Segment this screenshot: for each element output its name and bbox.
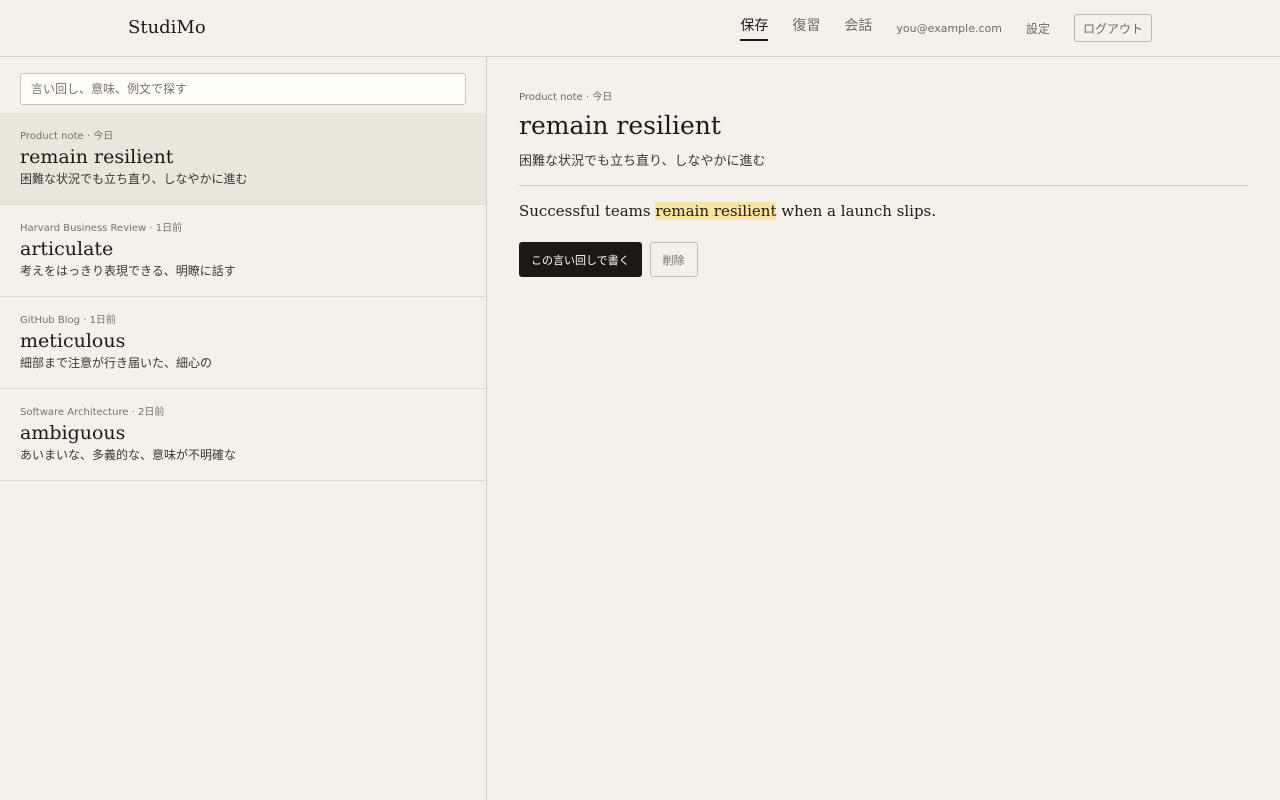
write-with-phrase-button[interactable]: この言い回しで書く (519, 242, 642, 277)
example-text-after: when a launch slips. (776, 202, 937, 220)
user-email: you@example.com (896, 21, 1002, 35)
item-term: remain resilient (20, 146, 174, 168)
example-text-before: Successful teams (519, 202, 656, 220)
item-source: Product note · 今日 (20, 131, 114, 142)
phrase-list-item[interactable]: Harvard Business Review · 1日前 articulate… (0, 205, 486, 297)
brand-logo[interactable]: StudiMo (128, 17, 206, 38)
item-meaning: あいまいな、多義的な、意味が不明確な (20, 448, 237, 462)
example-sentence: Successful teams remain resilient when a… (519, 202, 1248, 220)
item-meaning: 考えをはっきり表現できる、明瞭に話す (20, 264, 236, 278)
settings-link[interactable]: 設定 (1026, 20, 1050, 37)
detail-divider (519, 185, 1248, 186)
app-header: StudiMo 保存 復習 会話 you@example.com 設定 ログアウ… (0, 0, 1280, 57)
detail-term: remain resilient (519, 111, 721, 140)
search-bar (0, 57, 486, 113)
top-nav: 保存 復習 会話 you@example.com 設定 ログアウト (740, 14, 1152, 42)
nav-tab-review[interactable]: 復習 (792, 15, 820, 41)
item-meaning: 細部まで注意が行き届いた、細心の (20, 356, 213, 370)
phrase-detail-panel: Product note · 今日 remain resilient 困難な状況… (519, 88, 1248, 277)
logout-button[interactable]: ログアウト (1073, 14, 1152, 42)
example-highlight: remain resilient (655, 202, 777, 220)
item-term: meticulous (20, 330, 126, 352)
nav-tab-save[interactable]: 保存 (740, 15, 769, 41)
item-source: Software Architecture · 2日前 (20, 407, 165, 418)
phrase-list-item[interactable]: Product note · 今日 remain resilient 困難な状況… (0, 113, 486, 205)
detail-meaning: 困難な状況でも立ち直り、しなやかに進む (519, 154, 766, 169)
phrase-list-panel: Product note · 今日 remain resilient 困難な状況… (0, 57, 487, 800)
delete-button[interactable]: 削除 (649, 242, 698, 277)
phrase-list-item[interactable]: Software Architecture · 2日前 ambiguous あい… (0, 389, 486, 481)
item-source: Harvard Business Review · 1日前 (20, 223, 183, 234)
detail-actions: この言い回しで書く 削除 (519, 242, 1248, 277)
search-input[interactable] (20, 73, 466, 105)
item-term: articulate (20, 238, 114, 260)
item-source: GitHub Blog · 1日前 (20, 315, 116, 326)
phrase-list-item[interactable]: GitHub Blog · 1日前 meticulous 細部まで注意が行き届い… (0, 297, 486, 389)
item-meaning: 困難な状況でも立ち直り、しなやかに進む (20, 172, 248, 186)
nav-tab-conversation[interactable]: 会話 (844, 15, 872, 41)
detail-source: Product note · 今日 (519, 92, 613, 103)
item-term: ambiguous (20, 422, 126, 444)
